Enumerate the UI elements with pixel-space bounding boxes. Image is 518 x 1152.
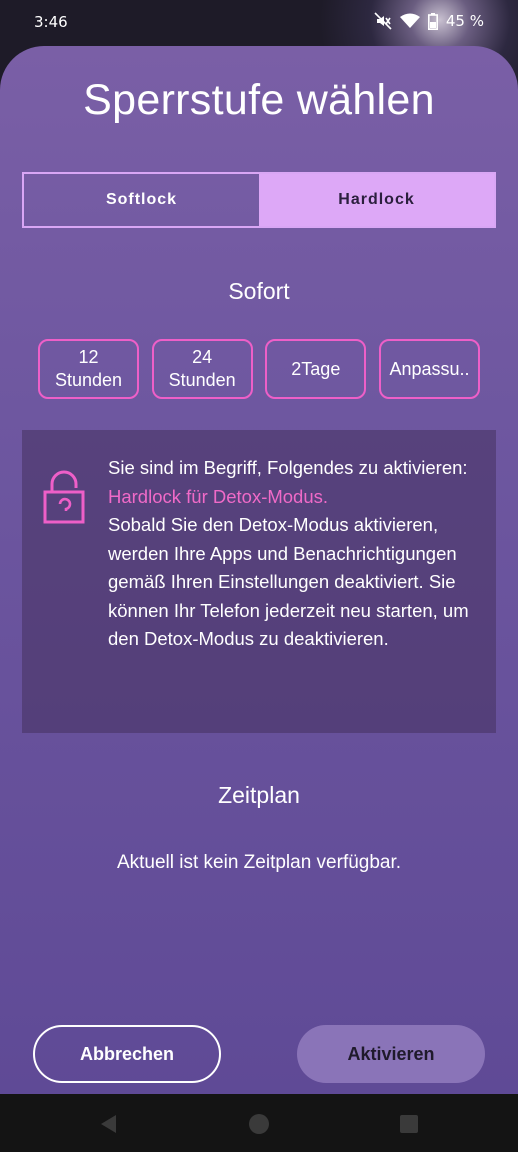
- lock-icon: [42, 470, 86, 526]
- duration-options: 12 Stunden 24 Stunden 2Tage Anpassu..: [38, 339, 480, 399]
- lock-level-sheet: Sperrstufe wählen Softlock Hardlock Sofo…: [0, 46, 518, 1094]
- wifi-icon: [399, 13, 420, 29]
- recents-icon[interactable]: [398, 1113, 420, 1135]
- status-icons: 45 %: [374, 12, 484, 30]
- battery-icon: [427, 12, 438, 30]
- duration-24-hours-button[interactable]: 24 Stunden: [151, 339, 253, 399]
- mute-icon: [374, 12, 392, 30]
- info-text: Sie sind im Begriff, Folgendes zu aktivi…: [108, 454, 480, 654]
- duration-2-days-button[interactable]: 2Tage: [265, 339, 367, 399]
- status-time: 3:46: [34, 13, 68, 31]
- cancel-button[interactable]: Abbrechen: [33, 1025, 221, 1083]
- immediate-section-label: Sofort: [228, 278, 290, 304]
- duration-custom-button[interactable]: Anpassu..: [378, 339, 480, 399]
- schedule-empty-text: Aktuell ist kein Zeitplan verfügbar.: [116, 852, 402, 873]
- activation-info-card: Sie sind im Begriff, Folgendes zu aktivi…: [22, 430, 496, 733]
- info-highlight: Hardlock für Detox-Modus.: [108, 485, 329, 507]
- navigation-bar: [0, 1094, 518, 1152]
- info-body: Sobald Sie den Detox-Modus aktivieren, w…: [108, 514, 469, 649]
- page-title: Sperrstufe wählen: [83, 76, 435, 124]
- tab-hardlock[interactable]: Hardlock: [259, 174, 494, 226]
- schedule-section-label: Zeitplan: [218, 782, 300, 808]
- battery-percentage: 45 %: [445, 12, 484, 30]
- duration-12-hours-button[interactable]: 12 Stunden: [38, 339, 139, 399]
- info-intro: Sie sind im Begriff, Folgendes zu aktivi…: [108, 457, 468, 478]
- home-icon[interactable]: [248, 1113, 270, 1135]
- back-icon[interactable]: [98, 1113, 120, 1135]
- activate-button[interactable]: Aktivieren: [297, 1025, 485, 1083]
- status-bar: 3:46 45 %: [0, 0, 518, 46]
- lock-type-tabs: Softlock Hardlock: [22, 172, 496, 228]
- tab-softlock[interactable]: Softlock: [24, 174, 259, 226]
